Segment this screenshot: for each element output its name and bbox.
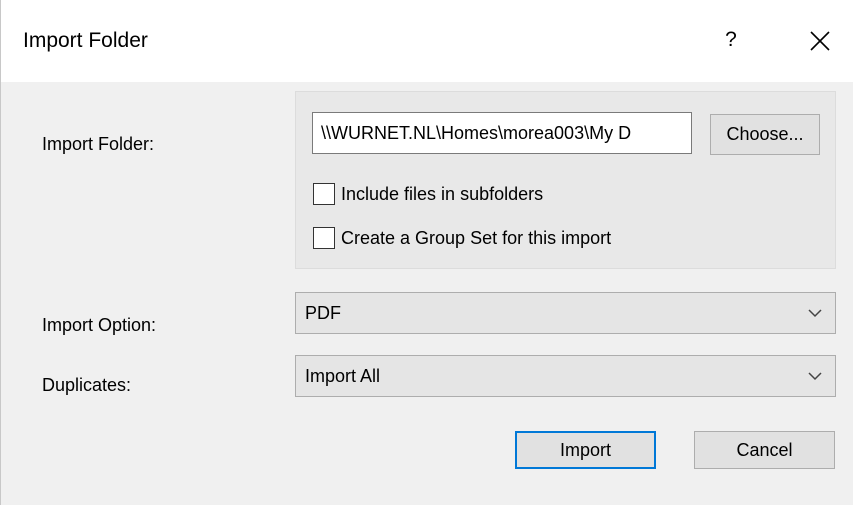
include-subfolders-label: Include files in subfolders — [341, 184, 544, 204]
close-button[interactable] — [791, 20, 851, 60]
chevron-down-icon — [808, 372, 822, 381]
import-button[interactable]: Import — [515, 431, 656, 469]
window-title: Import Folder — [23, 29, 148, 52]
help-button[interactable]: ? — [701, 20, 761, 60]
chevron-down-icon — [808, 309, 822, 318]
duplicates-label: Duplicates: — [42, 375, 132, 395]
create-group-set-option[interactable]: Create a Group Set for this import — [313, 225, 611, 251]
import-folder-label: Import Folder: — [42, 134, 155, 154]
import-option-select[interactable]: PDF — [295, 292, 836, 334]
create-group-set-label: Create a Group Set for this import — [341, 228, 612, 248]
title-bar: Import Folder ? — [1, 0, 853, 82]
import-option-label: Import Option: — [42, 315, 157, 335]
include-subfolders-option[interactable]: Include files in subfolders — [313, 181, 543, 207]
duplicates-select[interactable]: Import All — [295, 355, 836, 397]
create-group-set-checkbox[interactable] — [313, 227, 335, 249]
cancel-button[interactable]: Cancel — [694, 431, 835, 469]
choose-button[interactable]: Choose... — [710, 114, 820, 155]
close-icon — [810, 31, 830, 51]
include-subfolders-checkbox[interactable] — [313, 183, 335, 205]
import-folder-dialog: Import Folder ? Import Folder: Choose...… — [0, 0, 853, 505]
import-option-value: PDF — [305, 303, 341, 323]
folder-path-input[interactable] — [312, 112, 692, 154]
duplicates-value: Import All — [305, 366, 381, 386]
